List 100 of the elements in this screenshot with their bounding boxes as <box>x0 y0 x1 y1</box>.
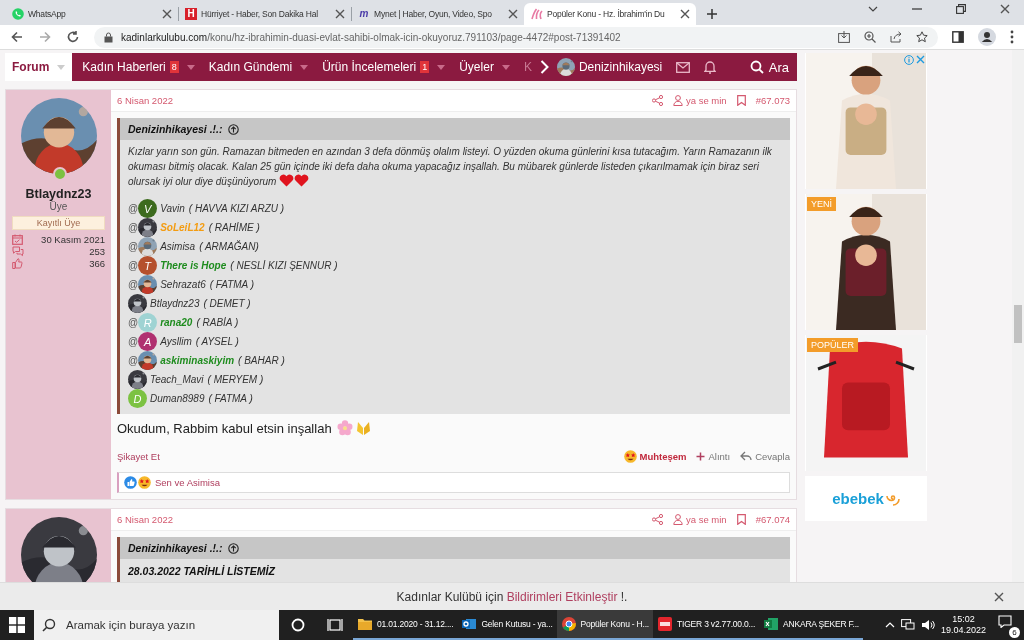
mention-note: ( HAVVA KIZI ARZU ) <box>188 203 285 214</box>
stat-value: 30 Kasım 2021 <box>41 233 105 245</box>
username-link[interactable]: Teach_Mavi <box>150 374 204 385</box>
taskbar-app[interactable]: Gelen Kutusu - ya... <box>457 610 557 640</box>
caret-icon[interactable] <box>300 64 309 70</box>
install-icon[interactable] <box>838 31 850 43</box>
caret-icon[interactable] <box>437 64 446 70</box>
report-link[interactable]: Şikayet Et <box>117 450 160 462</box>
taskbar-app[interactable]: Popüler Konu - H... <box>556 610 654 640</box>
taskbar-app[interactable]: TIGER 3 v2.77.00.0... <box>653 610 760 640</box>
more-menu-icon[interactable] <box>1010 30 1014 44</box>
address-bar[interactable]: kadinlarkulubu.com/konu/hz-ibrahimin-duasi-evlat-sahibi-olmak-icin-okuyoruz.791103/page-4472#post-71391402 <box>94 26 938 48</box>
flower-logo-icon <box>530 8 543 20</box>
plus-icon <box>696 451 706 461</box>
chevron-up-icon[interactable] <box>884 622 895 628</box>
reactions-link[interactable]: Sen ve Asimisa <box>155 477 220 488</box>
profile-icon[interactable] <box>978 28 996 46</box>
nav-tab[interactable]: Kadın Gündemi <box>208 60 293 74</box>
taskbar-app[interactable]: ANKARA ŞEKER F... <box>759 610 864 640</box>
network-icon[interactable] <box>900 619 915 631</box>
quote-author[interactable]: Denizinhikayesi .!.: <box>128 542 223 554</box>
notification-count: 6 <box>1009 627 1020 638</box>
mail-app-icon <box>461 616 478 632</box>
close-icon[interactable] <box>994 592 1004 603</box>
username-link[interactable]: Duman8989 <box>150 393 205 404</box>
nav-tab[interactable]: Ürün İncelemeleri <box>322 60 417 74</box>
close-icon[interactable] <box>335 9 345 19</box>
letter-avatar: V <box>138 199 158 218</box>
whatsapp-icon <box>12 8 24 20</box>
reply-button[interactable]: Cevapla <box>740 450 790 462</box>
post-date[interactable]: 6 Nisan 2022 <box>117 95 173 106</box>
clock-time[interactable]: 15:02 <box>952 614 975 625</box>
username-link[interactable]: Vavin <box>160 203 185 214</box>
quote-heading: 28.03.2022 TARİHLİ LİSTEMİZ <box>128 564 276 579</box>
close-icon[interactable] <box>680 9 690 19</box>
scrollbar[interactable] <box>1012 50 1024 583</box>
restore-icon[interactable] <box>956 4 966 14</box>
post-date[interactable]: 6 Nisan 2022 <box>117 514 173 525</box>
star-icon[interactable] <box>916 31 928 43</box>
bell-icon[interactable] <box>704 60 717 74</box>
caret-icon[interactable] <box>501 64 510 70</box>
username-link[interactable]: Btlaydnz23 <box>25 187 92 201</box>
taskbar-app[interactable]: 01.01.2020 - 31.12.... <box>353 610 458 640</box>
reaction-button[interactable]: Muhteşem <box>623 449 687 463</box>
enable-notifications-link[interactable]: Bildirimleri Etkinleştir <box>506 589 618 604</box>
share-icon[interactable] <box>652 95 663 106</box>
browser-tab[interactable]: WhatsApp <box>6 3 178 25</box>
person-icon <box>673 514 683 525</box>
post-number-link[interactable]: #67.074 <box>755 514 790 525</box>
author-link[interactable]: ya se min <box>673 514 727 525</box>
quote-button[interactable]: Alıntı <box>696 450 731 462</box>
star-eyes-emoji-icon <box>138 476 151 489</box>
action-center-button[interactable]: 6 <box>992 612 1020 638</box>
mention-note: ( DEMET ) <box>203 298 251 309</box>
post-number-link[interactable]: #67.073 <box>755 95 790 106</box>
at-sign: @ <box>128 317 139 328</box>
flower-icon <box>336 420 353 436</box>
at-sign: @ <box>128 222 139 233</box>
username-link[interactable]: Asimisa <box>160 241 196 252</box>
search-field[interactable]: Aramak için buraya yazın <box>34 610 279 640</box>
share-icon[interactable] <box>890 31 902 43</box>
new-tab-icon[interactable] <box>706 8 718 20</box>
mail-icon[interactable] <box>676 61 691 73</box>
circle-icon[interactable] <box>291 618 305 632</box>
nav-tab[interactable]: Kadın Haberleri <box>82 60 166 74</box>
chevron-right-icon[interactable] <box>539 60 549 74</box>
zoom-icon[interactable] <box>864 31 876 43</box>
volume-icon[interactable] <box>920 619 935 631</box>
arrow-up-icon[interactable] <box>227 123 239 135</box>
mention-note: ( FATMA ) <box>208 393 253 404</box>
task-view-icon[interactable] <box>327 618 343 632</box>
scroll-thumb[interactable] <box>1014 305 1022 343</box>
url-text: kadinlarkulubu.com/konu/hz-ibrahimin-duasi-evlat-sahibi-olmak-icin-okuyoruz.791103/page-4472#post-71391402 <box>121 31 621 43</box>
caret-icon[interactable] <box>186 64 195 70</box>
share-icon[interactable] <box>652 514 663 525</box>
nav-tab[interactable]: Üyeler <box>459 60 494 74</box>
bookmark-icon[interactable] <box>736 514 746 525</box>
chevron-down-icon[interactable] <box>868 6 878 12</box>
close-icon[interactable] <box>162 9 172 19</box>
browser-tab[interactable]: H Hürriyet - Haber, Son Dakika Hal <box>179 3 351 25</box>
bookmark-icon[interactable] <box>736 95 746 106</box>
browser-tab[interactable]: Popüler Konu - Hz. İbrahim'in Du <box>524 3 696 25</box>
folder-icon <box>357 616 373 632</box>
username-link[interactable]: Aysllim <box>160 336 192 347</box>
arrow-up-icon[interactable] <box>227 542 239 554</box>
back-icon[interactable] <box>10 30 24 44</box>
count-badge: 8 <box>169 61 179 73</box>
reload-icon[interactable] <box>66 30 80 44</box>
browser-tab[interactable]: m Mynet | Haber, Oyun, Video, Spo <box>352 3 524 25</box>
close-icon[interactable] <box>508 9 518 19</box>
user-menu-link[interactable]: Denizinhikayesi <box>578 60 663 74</box>
close-icon[interactable] <box>1000 4 1010 14</box>
username-link[interactable]: Sehrazat6 <box>160 279 206 290</box>
author-link[interactable]: ya se min <box>673 95 727 106</box>
clock-date[interactable]: 19.04.2022 <box>940 625 986 636</box>
username-link[interactable]: Btlaydnz23 <box>150 298 200 309</box>
stat-value: 253 <box>89 245 105 257</box>
side-panel-icon[interactable] <box>952 31 964 43</box>
quote-author[interactable]: Denizinhikayesi .!.: <box>128 123 223 135</box>
search-button[interactable]: Ara <box>749 59 797 75</box>
